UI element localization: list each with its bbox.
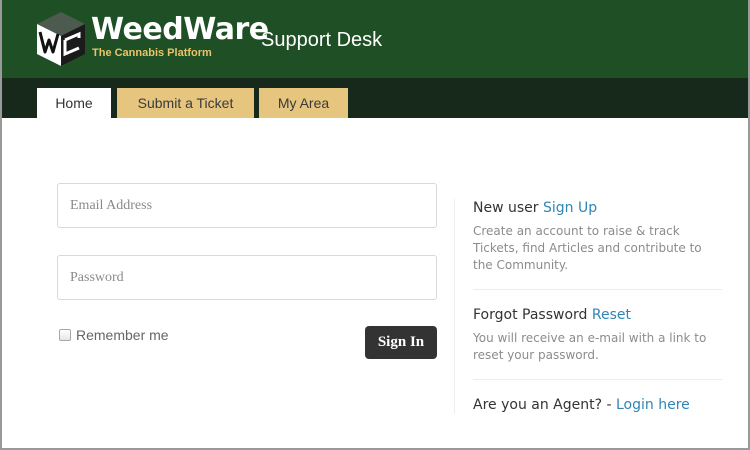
main-nav: Home Submit a Ticket My Area [2, 78, 748, 118]
tab-my-area[interactable]: My Area [259, 88, 348, 118]
new-user-heading: New user Sign Up [473, 199, 723, 217]
weedware-logo-icon [37, 12, 85, 66]
reset-link[interactable]: Reset [592, 307, 631, 323]
forgot-password-section: Forgot Password Reset You will receive a… [473, 306, 723, 364]
new-user-section: New user Sign Up Create an account to ra… [473, 199, 723, 274]
support-desk-window: WeedWare The Cannabis Platform Support D… [0, 0, 750, 450]
agent-heading: Are you an Agent? - Login here [473, 396, 723, 414]
sign-in-button[interactable]: Sign In [365, 326, 437, 359]
forgot-password-heading: Forgot Password Reset [473, 306, 723, 324]
email-field[interactable] [57, 183, 437, 228]
page-title: Support Desk [261, 29, 383, 51]
tab-home[interactable]: Home [37, 88, 111, 118]
remember-me[interactable]: Remember me [59, 327, 169, 343]
brand-tagline: The Cannabis Platform [92, 47, 212, 59]
brand-name: WeedWare [91, 12, 269, 47]
new-user-text: New user [473, 200, 539, 216]
agent-text: Are you an Agent? - [473, 397, 612, 413]
sign-up-link[interactable]: Sign Up [543, 200, 597, 216]
site-header: WeedWare The Cannabis Platform Support D… [2, 0, 748, 78]
tab-submit-ticket[interactable]: Submit a Ticket [117, 88, 254, 118]
vertical-divider [454, 199, 455, 414]
password-field[interactable] [57, 255, 437, 300]
forgot-password-description: You will receive an e-mail with a link t… [473, 331, 707, 362]
remember-me-checkbox[interactable] [59, 329, 71, 341]
section-divider [473, 379, 722, 380]
agent-section: Are you an Agent? - Login here [473, 396, 723, 414]
new-user-description: Create an account to raise & track Ticke… [473, 224, 702, 272]
agent-login-link[interactable]: Login here [616, 397, 690, 413]
forgot-password-text: Forgot Password [473, 307, 588, 323]
section-divider [473, 289, 722, 290]
remember-me-label: Remember me [76, 327, 169, 343]
